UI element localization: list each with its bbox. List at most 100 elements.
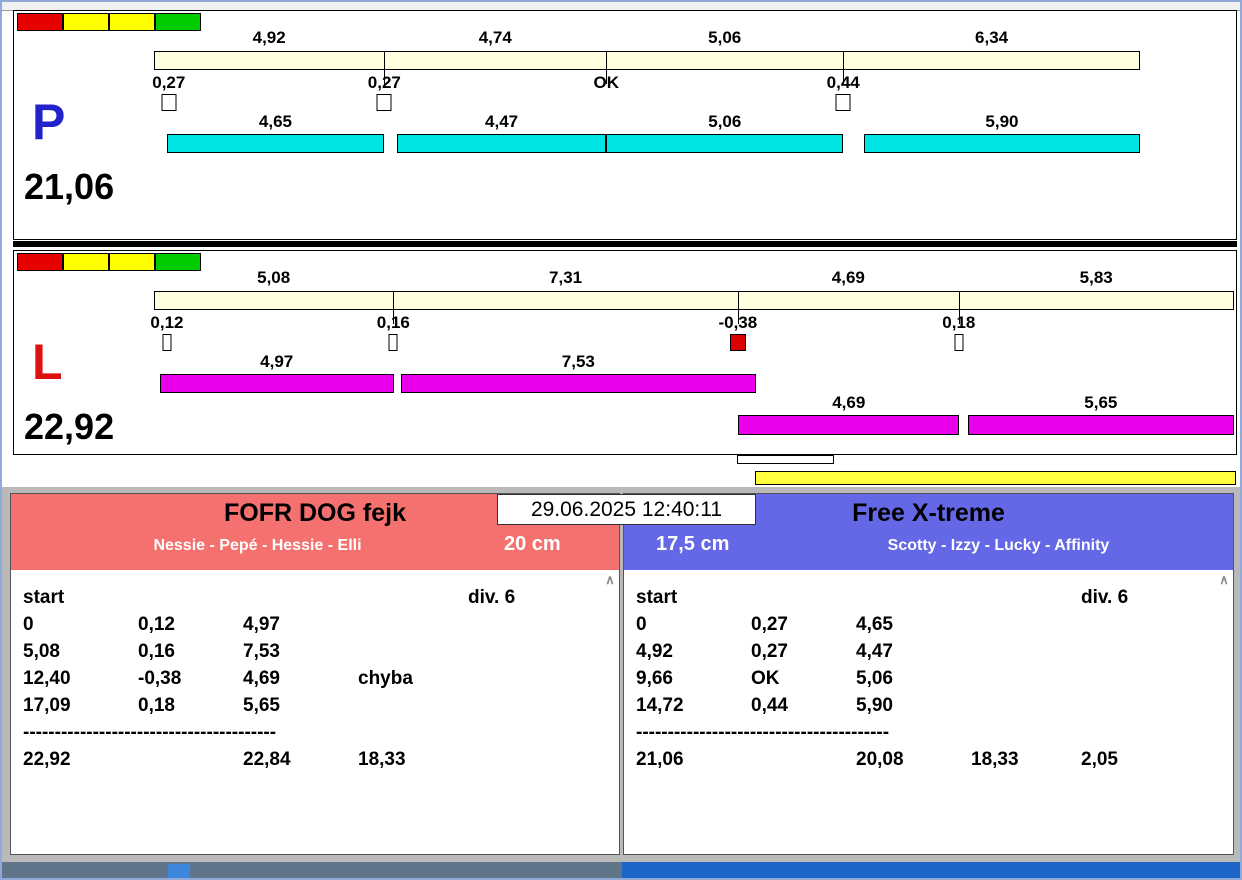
clean-time: 20,08 bbox=[856, 749, 904, 770]
cell bbox=[358, 611, 468, 638]
taskbar-right-segment[interactable] bbox=[622, 862, 1242, 880]
cross-time-label: 0,44 bbox=[826, 73, 860, 92]
lane-timeline: 5,08 7,31 4,69 5,83 0,12 0,16 -0,38 0,18… bbox=[150, 251, 1234, 454]
cell bbox=[468, 746, 619, 773]
split-track bbox=[154, 51, 1140, 70]
cross-time-label: 0,16 bbox=[376, 313, 410, 332]
dog-run-bar bbox=[159, 374, 394, 393]
team-dogs: Scotty - Izzy - Lucky - Affinity bbox=[887, 537, 1110, 554]
table-row: 17,09 0,18 5,65 bbox=[11, 692, 619, 719]
taskbar-button[interactable] bbox=[168, 864, 190, 878]
taskbar[interactable] bbox=[0, 862, 1242, 880]
table-row: 5,08 0,16 7,53 bbox=[11, 638, 619, 665]
best-time: 18,33 bbox=[971, 749, 1019, 770]
cell: 0 bbox=[636, 614, 647, 635]
team-results-table: ∧ start div. 6 0 0,27 4,65 4,92 0,27 4,4… bbox=[624, 570, 1233, 854]
scroll-up-icon[interactable]: ∧ bbox=[603, 572, 617, 588]
lane-total-time: 22,92 bbox=[24, 406, 115, 447]
cell: 4,69 bbox=[243, 668, 280, 689]
division-label: div. 6 bbox=[468, 587, 516, 608]
lane-l-panel: L 22,92 5,08 7,31 4,69 5,83 0,12 0,16 -0… bbox=[13, 250, 1237, 455]
dog-time-label: 5,06 bbox=[708, 112, 742, 131]
table-row: 9,66 OK 5,06 bbox=[624, 665, 1233, 692]
cross-indicator-box bbox=[161, 94, 177, 111]
results-panel: 29.06.2025 12:40:11 FOFR DOG fejk Nessie… bbox=[0, 487, 1242, 862]
cross-time-label: 0,18 bbox=[942, 313, 976, 332]
split-time-label: 5,83 bbox=[1079, 268, 1113, 287]
dog-run-bar bbox=[606, 134, 844, 153]
dog-run-bar bbox=[863, 134, 1140, 153]
total-time: 22,92 bbox=[23, 749, 71, 770]
separator-line: ---------------------------------------- bbox=[23, 722, 277, 743]
dog-run-bar bbox=[396, 134, 607, 153]
lane-p-panel: P 21,06 4,92 4,74 5,06 6,34 0,27 0,27 OK… bbox=[13, 10, 1237, 240]
cross-indicator-box bbox=[376, 94, 392, 111]
lane-separator bbox=[13, 241, 1237, 247]
cross-indicator-box bbox=[835, 94, 851, 111]
split-time-label: 5,08 bbox=[257, 268, 291, 287]
start-column-label: start bbox=[23, 587, 65, 608]
table-row: 0 0,12 4,97 bbox=[11, 611, 619, 638]
rerun-marker-bar bbox=[736, 455, 834, 464]
cell: 5,90 bbox=[856, 695, 893, 716]
cell: 4,65 bbox=[856, 614, 893, 635]
cell bbox=[468, 638, 619, 665]
table-row: 0 0,27 4,65 bbox=[624, 611, 1233, 638]
jump-height: 17,5 cm bbox=[656, 533, 730, 555]
division-label: div. 6 bbox=[1081, 587, 1129, 608]
light-yellow2-icon bbox=[109, 13, 155, 31]
dog-time-label: 5,90 bbox=[985, 112, 1019, 131]
false-start-indicator-box bbox=[729, 334, 746, 351]
cell bbox=[971, 692, 1081, 719]
cell: -0,38 bbox=[138, 668, 182, 689]
cell: 0,27 bbox=[751, 614, 788, 635]
cell: 4,47 bbox=[856, 641, 893, 662]
dog-time-label: 4,69 bbox=[832, 393, 866, 412]
scroll-up-icon[interactable]: ∧ bbox=[1217, 572, 1231, 588]
light-red-icon bbox=[17, 253, 63, 271]
split-time-label: 7,31 bbox=[549, 268, 583, 287]
dog-run-bar bbox=[166, 134, 385, 153]
cross-time-label: 0,27 bbox=[367, 73, 401, 92]
cell: 4,92 bbox=[636, 641, 673, 662]
table-row: 4,92 0,27 4,47 bbox=[624, 638, 1233, 665]
start-column-label: start bbox=[636, 587, 678, 608]
lane-letter: L bbox=[32, 334, 63, 390]
split-time-label: 6,34 bbox=[975, 28, 1009, 47]
cell bbox=[1081, 692, 1233, 719]
team-results-table: ∧ start div. 6 0 0,12 4,97 5,08 0,16 7,5… bbox=[11, 570, 619, 854]
cell bbox=[468, 692, 619, 719]
cell: 0,27 bbox=[751, 641, 788, 662]
table-row: 14,72 0,44 5,90 bbox=[624, 692, 1233, 719]
table-header-row: start div. 6 bbox=[11, 584, 619, 611]
split-time-label: 4,69 bbox=[831, 268, 865, 287]
lane-letter: P bbox=[32, 94, 66, 150]
clean-time: 22,84 bbox=[243, 749, 291, 770]
cell: 0,12 bbox=[138, 614, 175, 635]
rerun-progress-bar bbox=[755, 471, 1236, 485]
split-track bbox=[154, 291, 1234, 310]
cell bbox=[1081, 611, 1233, 638]
cross-indicator-box bbox=[388, 334, 398, 351]
cell bbox=[138, 746, 243, 773]
cell: 9,66 bbox=[636, 668, 673, 689]
cross-time-label: 0,27 bbox=[152, 73, 186, 92]
totals-row: 22,92 22,84 18,33 bbox=[11, 746, 619, 773]
taskbar-left-segment[interactable] bbox=[0, 862, 622, 880]
cell: 7,53 bbox=[243, 641, 280, 662]
cell: 5,08 bbox=[23, 641, 60, 662]
cell: 0,18 bbox=[138, 695, 175, 716]
cross-indicator-box bbox=[954, 334, 964, 351]
cell: 14,72 bbox=[636, 695, 684, 716]
cell: OK bbox=[751, 668, 780, 689]
light-yellow1-icon bbox=[63, 253, 109, 271]
totals-row: 21,06 20,08 18,33 2,05 bbox=[624, 746, 1233, 773]
rerun-strip bbox=[153, 454, 1236, 486]
cell bbox=[971, 611, 1081, 638]
cell bbox=[971, 638, 1081, 665]
cell bbox=[1081, 665, 1233, 692]
cross-time-label: 0,12 bbox=[150, 313, 184, 332]
total-time: 21,06 bbox=[636, 749, 684, 770]
light-yellow2-icon bbox=[109, 253, 155, 271]
lane-total-time: 21,06 bbox=[24, 166, 115, 207]
